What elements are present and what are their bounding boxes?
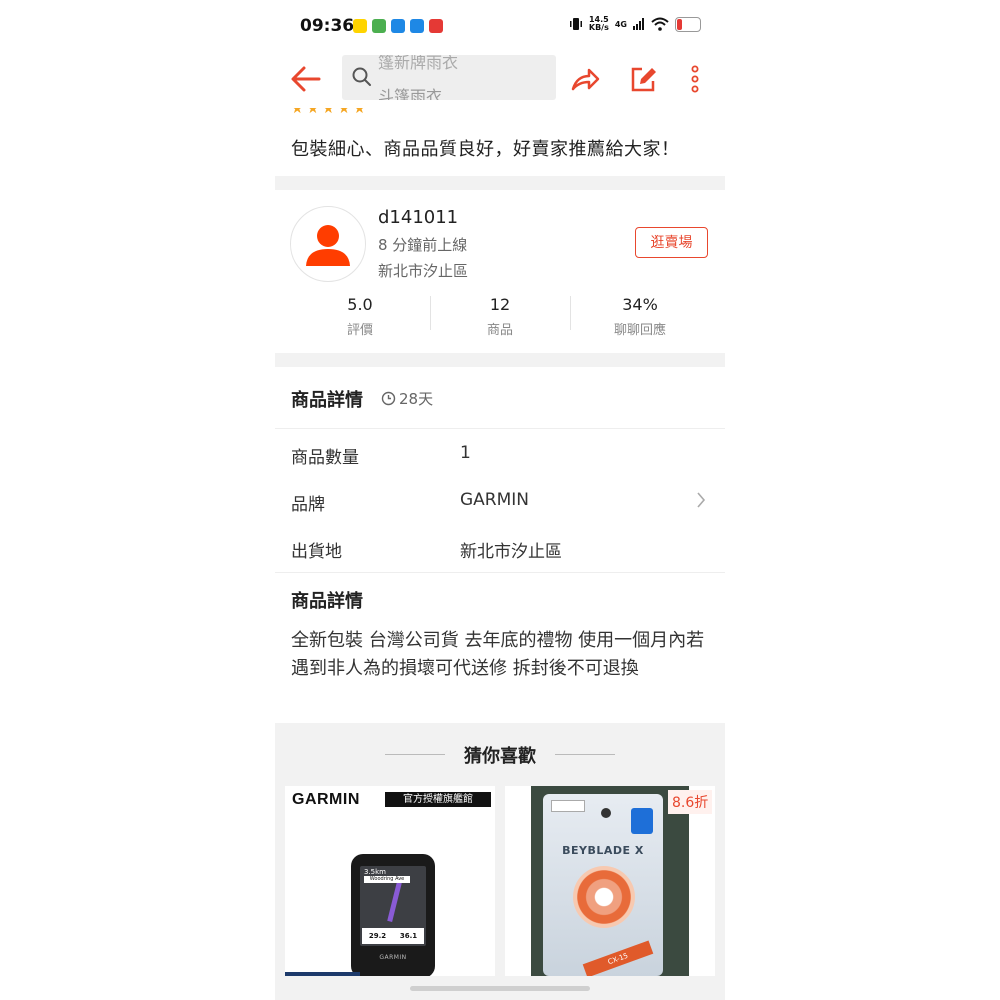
- back-arrow-icon: [291, 66, 321, 92]
- screen-stat: 29.2: [368, 932, 387, 940]
- device-brand: GARMIN: [379, 954, 407, 961]
- seller-online-status: 8 分鐘前上線: [378, 236, 468, 254]
- gps-device-image: 3.5km Woodring Ave 29.2 36.1 GARMIN: [351, 854, 435, 976]
- star-icon: ★: [291, 108, 304, 117]
- stat-value: 34%: [622, 295, 658, 314]
- net-speed-unit: KB/s: [588, 23, 609, 32]
- stat-value: 5.0: [347, 295, 373, 314]
- more-options-button[interactable]: [685, 64, 705, 94]
- status-time: 09:36: [300, 16, 355, 36]
- share-icon: [571, 68, 600, 91]
- recommended-product-card[interactable]: BEYBLADE X CX-15 8.6折: [505, 786, 715, 976]
- detail-value-quantity: 1: [460, 443, 471, 463]
- screen-stats: 29.2 36.1: [362, 928, 424, 944]
- network-type: 4G: [614, 19, 627, 29]
- search-placeholder: 斗篷雨衣: [378, 87, 443, 100]
- star-icon: ★: [322, 108, 335, 117]
- section-divider: [275, 176, 725, 190]
- map-route: [387, 881, 402, 923]
- discount-badge: 8.6折: [668, 790, 713, 814]
- seller-stat-rating[interactable]: 5.0 評價: [290, 295, 430, 338]
- recommended-product-card[interactable]: GARMIN 官方授權旗艦館 3.5km Woodring Ave 29.2 3…: [285, 786, 495, 976]
- product-logo: BEYBLADE X: [562, 844, 644, 857]
- clock-icon: [381, 391, 396, 406]
- product-details-heading: 商品詳情: [291, 390, 363, 411]
- recommendations-section: 猜你喜歡 GARMIN 官方授權旗艦館 3.5km Woodring Ave 2…: [275, 723, 725, 1000]
- search-icon: [352, 67, 371, 86]
- status-right: 14.5 KB/s 4G: [569, 16, 701, 32]
- edit-icon: [631, 67, 656, 92]
- share-button[interactable]: [569, 64, 601, 94]
- package-label: [551, 800, 585, 812]
- description-heading: 商品詳情: [291, 591, 363, 612]
- review-text: 包裝細心、商品品質良好，好賣家推薦給大家！: [291, 139, 680, 160]
- notification-icons: [353, 19, 443, 33]
- search-box[interactable]: 篷新牌雨衣 斗篷雨衣: [342, 55, 556, 100]
- divider: [275, 428, 725, 429]
- screen-street: Woodring Ave: [364, 876, 410, 883]
- spinning-top-image: [573, 866, 635, 928]
- seller-stat-products[interactable]: 12 商品: [430, 295, 570, 338]
- detail-label-ship-from: 出貨地: [291, 542, 342, 562]
- vibrate-icon: [569, 18, 582, 30]
- card-accent-bar: [285, 972, 360, 976]
- screen-distance: 3.5km: [364, 868, 387, 876]
- package-hang-hole: [601, 808, 611, 818]
- device-screen: 3.5km Woodring Ave 29.2 36.1: [360, 866, 426, 946]
- status-bar: 09:36 14.5 KB/s 4G: [275, 0, 725, 52]
- top-bar: 篷新牌雨衣 斗篷雨衣: [275, 52, 725, 110]
- stat-value: 12: [489, 295, 511, 314]
- slack-icon: [372, 19, 386, 33]
- detail-value-brand[interactable]: GARMIN: [460, 490, 529, 510]
- product-package: BEYBLADE X CX-15: [543, 794, 663, 976]
- description-text: 全新包裝 台灣公司貨 去年底的禮物 使用一個月內若遇到非人為的損壞可代送修 拆封…: [291, 630, 705, 679]
- screen-stat: 36.1: [399, 932, 418, 940]
- listing-age-text: 28天: [399, 390, 434, 408]
- beyblade-product-image: BEYBLADE X CX-15: [531, 786, 689, 976]
- title-line-right: [555, 754, 615, 755]
- star-icon: ★: [337, 108, 351, 117]
- package-icon: [631, 808, 653, 834]
- phone-screen: 09:36 14.5 KB/s 4G 篷新牌雨衣 斗篷雨衣 ★ ★ ★ ★ ★ …: [275, 0, 725, 1000]
- signal-icon: [633, 18, 644, 30]
- chat-app-icon: [410, 19, 424, 33]
- battery-icon: [675, 16, 701, 32]
- chevron-right-icon[interactable]: [695, 490, 707, 510]
- review-stars: ★ ★ ★ ★ ★: [291, 108, 366, 118]
- seller-avatar[interactable]: [290, 206, 366, 282]
- net-speed: 14.5 KB/s: [589, 16, 609, 32]
- divider: [275, 572, 725, 573]
- notification-app-icon: [391, 19, 405, 33]
- package-strip: CX-15: [582, 940, 654, 976]
- listing-age: 28天: [381, 388, 433, 409]
- section-divider: [275, 353, 725, 367]
- home-indicator[interactable]: [410, 986, 590, 991]
- stat-label: 評價: [346, 323, 373, 338]
- detail-label-quantity: 商品數量: [291, 448, 359, 468]
- user-icon: [306, 225, 350, 266]
- stat-label: 聊聊回應: [613, 323, 666, 338]
- back-button[interactable]: [289, 64, 323, 94]
- star-icon: ★: [353, 108, 366, 117]
- visit-shop-button[interactable]: 逛賣場: [635, 227, 708, 258]
- stat-label: 商品: [486, 323, 513, 338]
- wifi-icon: [651, 17, 669, 31]
- detail-value-ship-from: 新北市汐止區: [460, 542, 562, 562]
- seller-stat-chat-response[interactable]: 34% 聊聊回應: [570, 295, 710, 338]
- edit-button[interactable]: [629, 64, 657, 94]
- seller-name[interactable]: d141011: [378, 207, 458, 228]
- product-image-brand: GARMIN: [292, 791, 360, 808]
- more-vertical-icon: [691, 65, 699, 93]
- notification-app-icon: [353, 19, 367, 33]
- seller-location: 新北市汐止區: [378, 262, 469, 280]
- star-icon: ★: [306, 108, 320, 117]
- search-suggestion-previous: 篷新牌雨衣: [378, 55, 459, 72]
- shopping-app-icon: [429, 19, 443, 33]
- detail-label-brand: 品牌: [291, 495, 325, 515]
- official-store-tag: 官方授權旗艦館: [385, 792, 491, 807]
- recommendations-title: 猜你喜歡: [464, 746, 536, 767]
